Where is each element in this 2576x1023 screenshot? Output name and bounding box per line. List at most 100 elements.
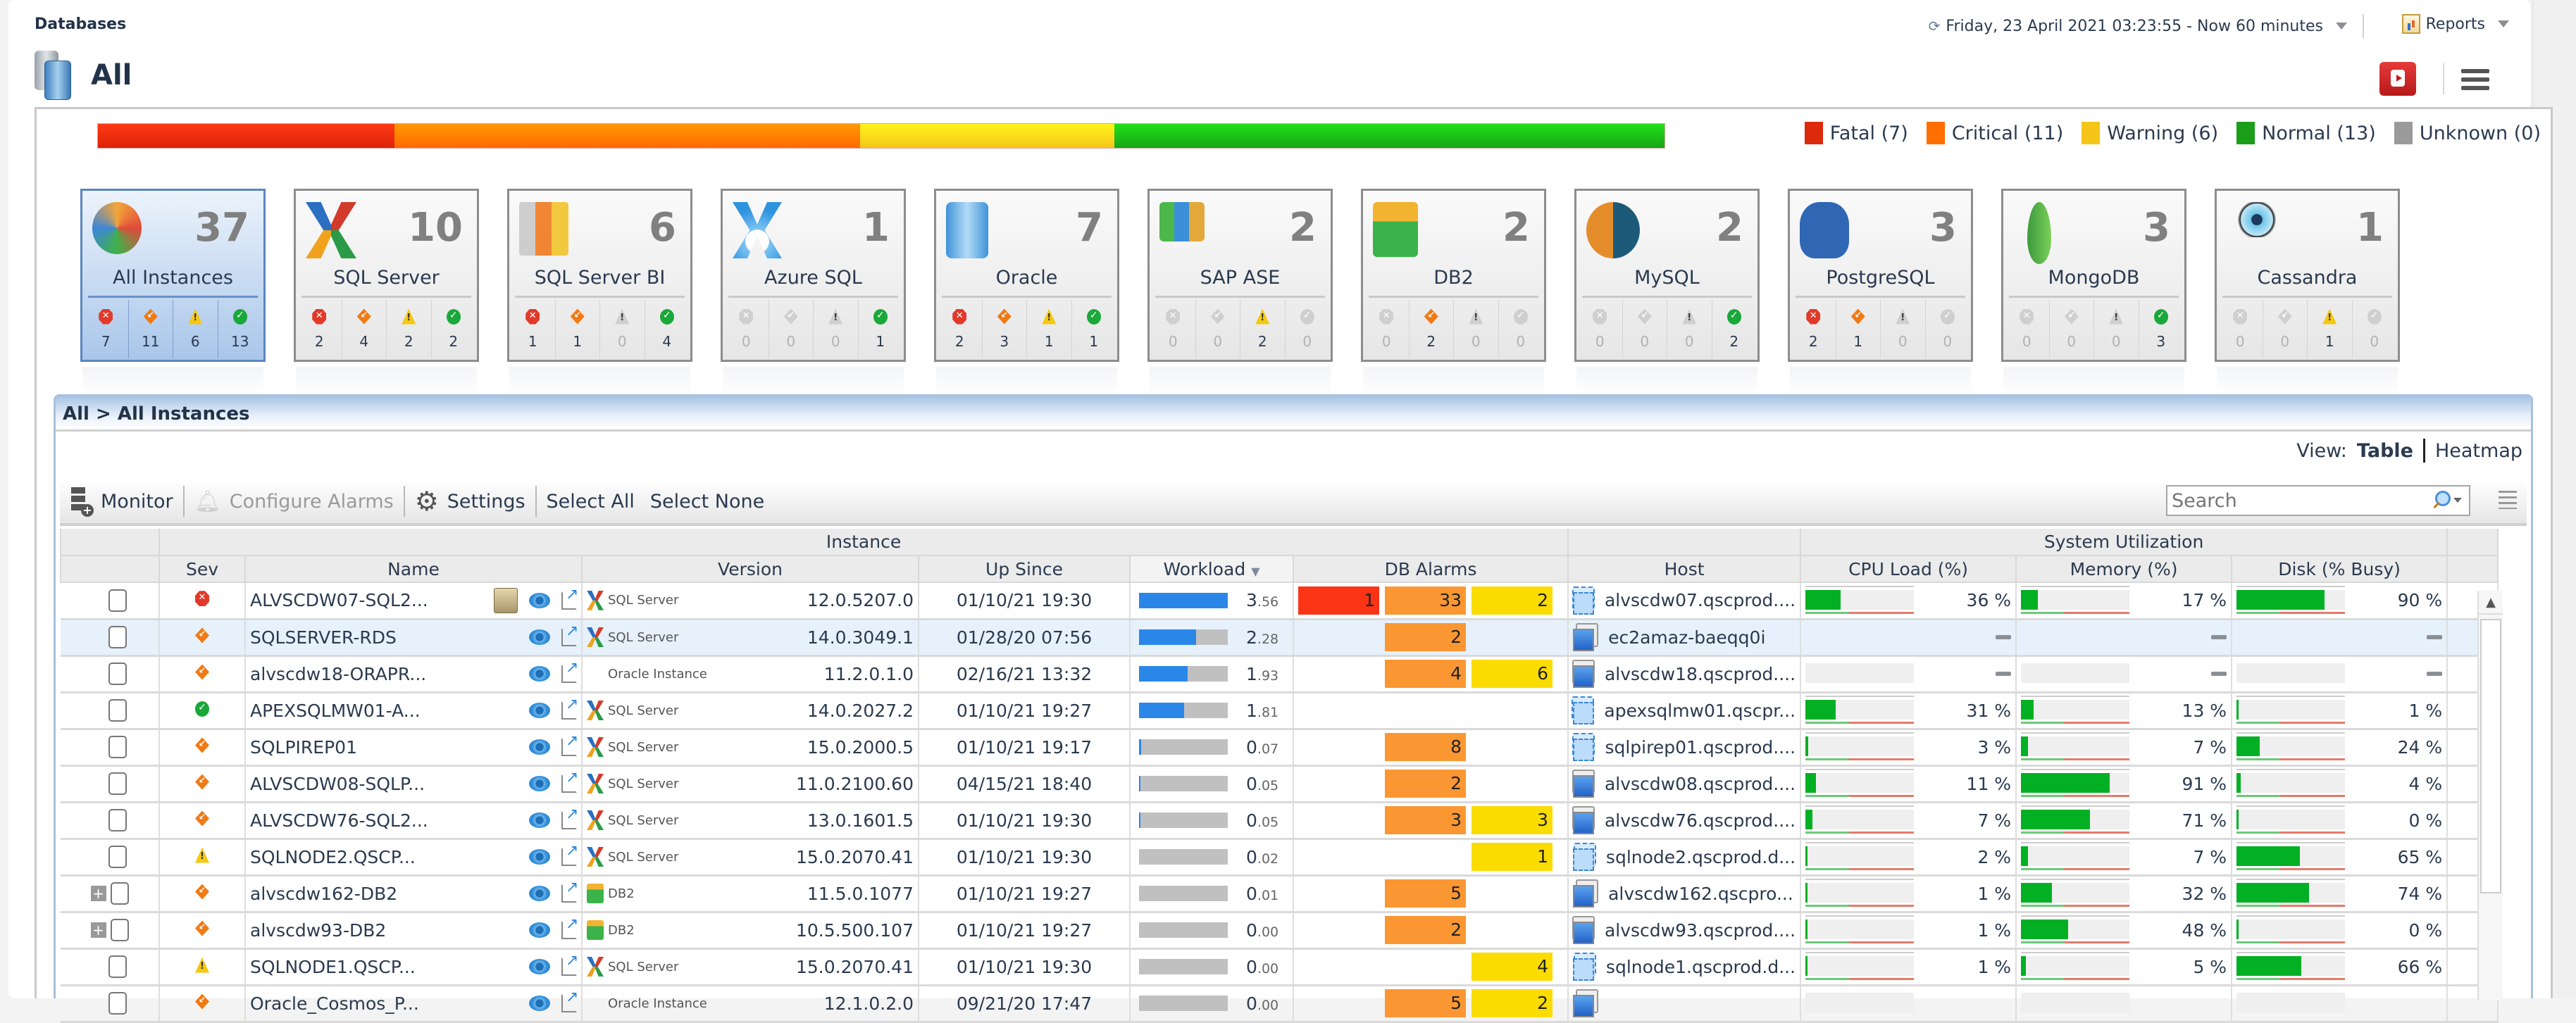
instance-name-link[interactable]: Oracle_Cosmos_P... — [250, 993, 419, 1014]
health-segment-fatal[interactable] — [98, 124, 394, 148]
alarm-badge-critical[interactable]: 5 — [1385, 879, 1466, 908]
search-icon[interactable] — [2435, 491, 2451, 506]
agent-icon[interactable] — [494, 587, 518, 613]
alarm-badge-warning[interactable]: 2 — [1471, 989, 1553, 1017]
external-link-icon[interactable] — [561, 622, 578, 646]
alarm-badge-warning[interactable]: 2 — [1471, 586, 1553, 615]
external-link-icon[interactable] — [561, 659, 578, 683]
category-card-postgresql[interactable]: 3 PostgreSQL 2 1 0 0 — [1788, 189, 1973, 396]
external-link-icon[interactable] — [561, 805, 578, 829]
time-range-selector[interactable]: ⟳ Friday, 23 April 2021 03:23:55 - Now 6… — [1929, 14, 2374, 38]
eye-icon[interactable] — [529, 666, 550, 682]
host-link[interactable]: sqlnode1.qscprod.d... — [1606, 957, 1796, 977]
eye-icon[interactable] — [529, 629, 550, 645]
column-header-cpu[interactable]: CPU Load (%) — [1800, 556, 2017, 583]
legend-item-warning[interactable]: Warning (6) — [2082, 122, 2218, 144]
table-row[interactable]: Oracle_Cosmos_P... Oracle Instance 12.1.0.… — [61, 985, 2499, 1023]
host-link[interactable]: alvscdw08.qscprod.... — [1605, 774, 1796, 794]
host-link[interactable]: alvscdw07.qscprod.... — [1605, 590, 1796, 610]
card-stat-warning[interactable]: 6 — [173, 300, 218, 358]
instance-name-link[interactable]: SQLNODE2.QSCP... — [250, 847, 416, 867]
column-header-disk[interactable]: Disk (% Busy) — [2231, 556, 2449, 583]
instance-name-link[interactable]: SQLSERVER-RDS — [250, 627, 397, 648]
card-stat-warning[interactable]: 1 — [2308, 300, 2353, 358]
table-row[interactable]: SQLPIREP01 SQL Server 15.0.2000.501/10/21 … — [61, 729, 2499, 767]
card-stat-critical[interactable]: 2 — [1410, 300, 1454, 358]
table-row[interactable]: alvscdw18-ORAPR... Oracle Instance 11.2.0.… — [61, 655, 2499, 693]
card-stat-fatal[interactable]: 1 — [511, 300, 556, 358]
column-header-up-since[interactable]: Up Since — [918, 556, 1131, 583]
category-card-all-instances[interactable]: 37 All Instances 7 11 6 13 — [80, 189, 266, 396]
configure-alarms-button[interactable]: 🔔︎ Configure Alarms — [194, 489, 394, 514]
settings-button[interactable]: ⚙ Settings — [415, 488, 525, 515]
external-link-icon[interactable] — [561, 842, 578, 866]
monitor-button[interactable]: Monitor — [71, 487, 173, 517]
alarm-badge-warning[interactable]: 1 — [1471, 843, 1553, 871]
table-row[interactable]: ALVSCDW08-SQLP...SQL Server11.0.2100.600… — [61, 765, 2499, 803]
category-card-sql-server[interactable]: 10 SQL Server 2 4 2 2 — [294, 189, 479, 396]
card-stat-critical[interactable]: 0 — [769, 300, 814, 358]
alarm-badge-fatal[interactable]: 1 — [1298, 586, 1379, 615]
eye-icon[interactable] — [529, 812, 550, 828]
card-stat-critical[interactable]: 1 — [556, 300, 600, 358]
card-stat-normal[interactable]: 0 — [1286, 300, 1330, 358]
menu-icon[interactable] — [2461, 69, 2489, 90]
health-segment-normal[interactable] — [1114, 124, 1665, 148]
row-checkbox[interactable] — [110, 882, 129, 905]
external-link-icon[interactable] — [561, 915, 578, 939]
row-checkbox[interactable] — [108, 846, 127, 868]
row-checkbox[interactable] — [108, 663, 127, 685]
card-stat-fatal[interactable]: 7 — [84, 300, 129, 358]
alarm-badge-critical[interactable]: 2 — [1385, 623, 1466, 651]
card-stat-normal[interactable]: 0 — [1926, 300, 1970, 358]
alarm-badge-critical[interactable]: 33 — [1385, 586, 1466, 615]
card-stat-warning[interactable]: 0 — [1881, 300, 1926, 358]
reports-menu[interactable]: Reports — [2401, 14, 2509, 34]
legend-item-normal[interactable]: Normal (13) — [2236, 122, 2376, 144]
card-stat-normal[interactable]: 0 — [2353, 300, 2397, 358]
legend-item-unknown[interactable]: Unknown (0) — [2394, 122, 2541, 144]
card-stat-fatal[interactable]: 2 — [1791, 300, 1836, 358]
instance-name-link[interactable]: ALVSCDW76-SQL2... — [250, 810, 428, 831]
table-row[interactable]: ALVSCDW07-SQL2... SQL Server 12.0.5207.001… — [61, 582, 2499, 620]
category-card-mongodb[interactable]: 3MongoDB0003 — [2001, 189, 2186, 396]
table-row[interactable]: SQLSERVER-RDS SQL Server 14.0.3049.101/28/… — [61, 619, 2499, 657]
card-stat-fatal[interactable]: 2 — [297, 300, 342, 358]
card-stat-critical[interactable]: 0 — [2050, 300, 2094, 358]
card-stat-warning[interactable]: 2 — [1240, 300, 1286, 358]
chevron-down-icon[interactable] — [2336, 23, 2347, 30]
table-scrollbar[interactable]: ▲ — [2477, 591, 2503, 1000]
eye-icon[interactable] — [529, 703, 550, 718]
eye-icon[interactable] — [529, 849, 550, 865]
card-stat-fatal[interactable]: 0 — [2218, 300, 2263, 358]
external-link-icon[interactable] — [561, 952, 578, 976]
category-card-mysql[interactable]: 2 MySQL 0 0 0 2 — [1574, 189, 1760, 396]
instance-name-link[interactable]: alvscdw162-DB2 — [250, 884, 397, 904]
host-link[interactable]: alvscdw162.qscpro... — [1608, 884, 1793, 904]
alarm-badge-critical[interactable]: 2 — [1385, 770, 1466, 798]
column-header-memory[interactable]: Memory (%) — [2015, 556, 2233, 583]
card-stat-normal[interactable]: 4 — [645, 300, 690, 358]
row-checkbox[interactable] — [108, 772, 127, 795]
instance-name-link[interactable]: SQLPIREP01 — [250, 737, 357, 758]
card-stat-warning[interactable]: 0 — [814, 300, 859, 358]
alarm-badge-warning[interactable]: 4 — [1471, 953, 1553, 981]
instance-name-link[interactable]: ALVSCDW08-SQLP... — [250, 774, 425, 794]
alarm-badge-critical[interactable]: 4 — [1385, 660, 1466, 688]
host-link[interactable]: alvscdw76.qscprod.... — [1605, 810, 1796, 831]
column-header-version[interactable]: Version — [581, 556, 919, 583]
card-stat-normal[interactable]: 0 — [1499, 300, 1543, 358]
alarm-badge-warning[interactable]: 3 — [1471, 806, 1553, 834]
card-stat-fatal[interactable]: 0 — [1578, 300, 1623, 358]
table-row[interactable]: + alvscdw93-DB2 DB2 10.5.500.10701/10/21 19… — [61, 912, 2499, 950]
row-checkbox[interactable] — [108, 699, 127, 722]
column-header-host[interactable]: Host — [1567, 556, 1802, 583]
legend-item-fatal[interactable]: Fatal (7) — [1804, 122, 1908, 144]
card-stat-normal[interactable]: 13 — [218, 300, 263, 358]
card-stat-fatal[interactable]: 0 — [1364, 300, 1410, 358]
alarm-badge-critical[interactable]: 8 — [1385, 733, 1466, 761]
table-row[interactable]: + alvscdw162-DB2 DB2 11.5.0.107701/10/21 19… — [61, 875, 2499, 913]
row-checkbox[interactable] — [108, 589, 127, 612]
alarm-badge-warning[interactable]: 6 — [1471, 660, 1553, 688]
card-stat-normal[interactable]: 3 — [2139, 300, 2184, 358]
